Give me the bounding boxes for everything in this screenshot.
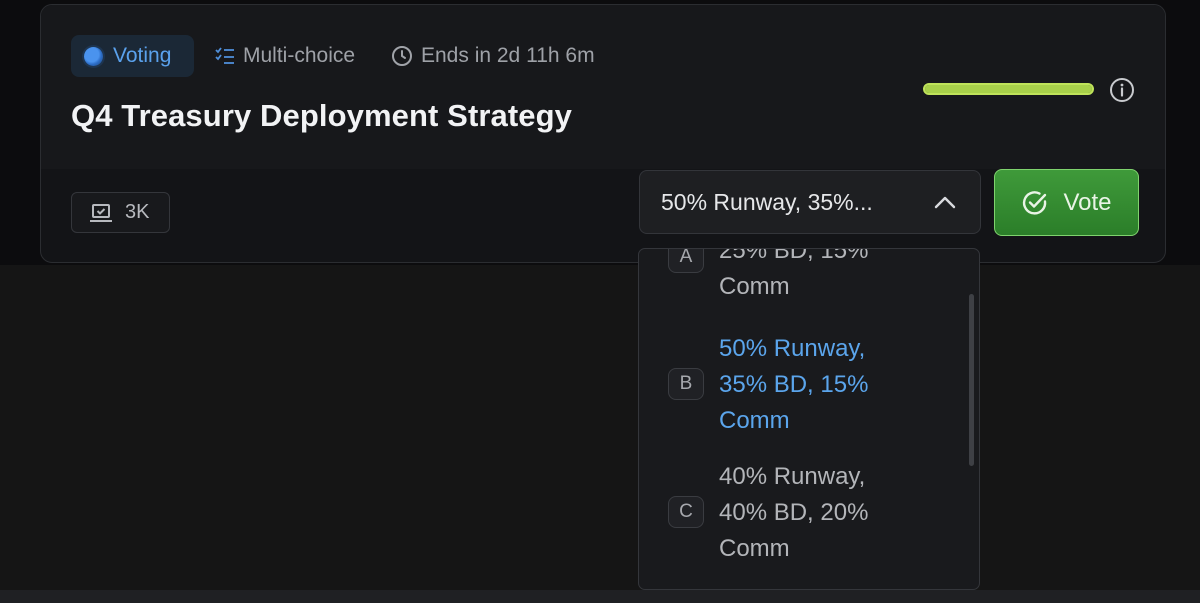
proposal-deadline: Ends in 2d 11h 6m xyxy=(391,35,595,77)
proposal-type-label: Multi-choice xyxy=(243,44,356,67)
status-badge: Voting xyxy=(71,35,194,77)
option-text: 25% BD, 15% Comm xyxy=(719,248,869,300)
option-c[interactable]: C 40% Runway, 40% BD, 20% Comm xyxy=(639,459,969,567)
laptop-check-icon xyxy=(90,203,112,222)
status-dot-icon xyxy=(84,46,103,66)
proposal-deadline-label: Ends in 2d 11h 6m xyxy=(421,44,595,67)
check-circle-icon xyxy=(1023,190,1047,215)
voters-count: 3K xyxy=(125,201,150,223)
clock-icon xyxy=(392,46,412,66)
checklist-icon xyxy=(215,47,234,64)
page: Voting Multi-choice Ends in 2d 11h 6m Q4… xyxy=(0,0,1200,603)
status-label: Voting xyxy=(113,44,172,67)
option-text: 50% Runway, 35% BD, 15% Comm xyxy=(719,335,869,434)
proposal-type: Multi-choice xyxy=(215,35,355,77)
option-text: 40% Runway, 40% BD, 20% Comm xyxy=(719,463,869,562)
dropdown-scrollbar[interactable] xyxy=(969,294,974,466)
progress-fill xyxy=(925,85,1092,93)
proposal-card: Voting Multi-choice Ends in 2d 11h 6m Q4… xyxy=(40,4,1166,263)
chevron-up-icon xyxy=(934,196,956,209)
choice-select-value: 50% Runway, 35%... xyxy=(661,188,873,215)
voters-count-badge: 3K xyxy=(71,192,170,233)
option-letter: A xyxy=(668,249,704,273)
option-letter: B xyxy=(668,368,704,400)
option-letter: C xyxy=(668,496,704,528)
progress-bar xyxy=(923,83,1094,95)
option-b[interactable]: B 50% Runway, 35% BD, 15% Comm xyxy=(639,331,969,439)
info-icon[interactable] xyxy=(1109,77,1135,103)
choice-dropdown[interactable]: A 25% BD, 15% Comm B 50% Runway, 35% BD,… xyxy=(638,248,980,590)
bottom-bar xyxy=(0,590,1200,603)
proposal-title: Q4 Treasury Deployment Strategy xyxy=(71,98,573,133)
choice-select[interactable]: 50% Runway, 35%... xyxy=(639,170,981,234)
option-a[interactable]: A 25% BD, 15% Comm xyxy=(639,248,969,311)
vote-button-label: Vote xyxy=(1063,188,1112,216)
vote-button[interactable]: Vote xyxy=(994,169,1139,236)
